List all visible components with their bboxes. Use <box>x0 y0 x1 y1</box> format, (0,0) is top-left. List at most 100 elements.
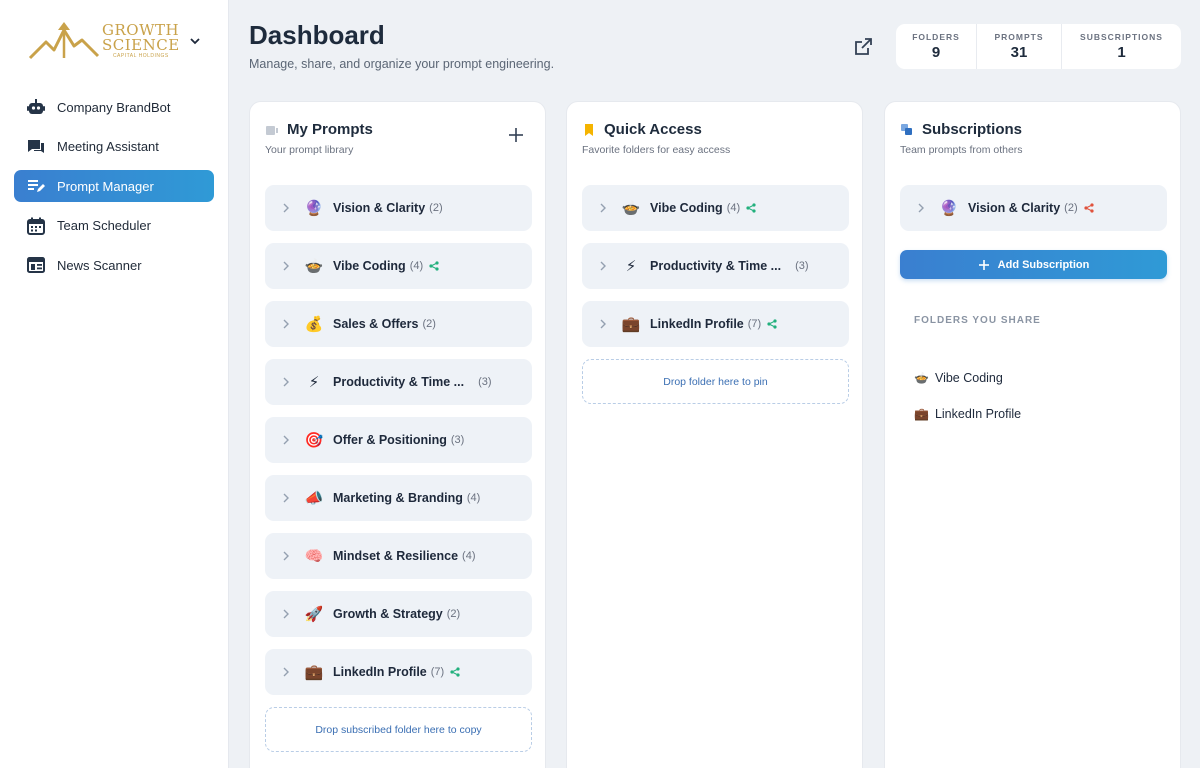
subscriptions-panel: Subscriptions Team prompts from others 🔮… <box>884 101 1181 768</box>
newspaper-icon <box>26 255 46 275</box>
stat-value: 9 <box>931 44 941 61</box>
folder-count: (3) <box>478 376 492 388</box>
add-subscription-button[interactable]: Add Subscription <box>900 250 1167 279</box>
calendar-icon <box>26 216 46 236</box>
drop-zone[interactable]: Drop subscribed folder here to copy <box>265 707 532 752</box>
sidebar-nav: Company BrandBot Meeting Assistant Promp… <box>14 91 214 289</box>
folder-item[interactable]: 💰 Sales & Offers (2) <box>265 301 532 347</box>
sidebar-item-meeting-assistant[interactable]: Meeting Assistant <box>14 131 214 163</box>
sidebar-item-news-scanner[interactable]: News Scanner <box>14 249 214 281</box>
copy-stack-icon <box>900 123 914 137</box>
brand-line3: CAPITAL HOLDINGS <box>112 53 169 59</box>
folder-emoji-icon: 💰 <box>304 316 324 333</box>
folder-name: Productivity & Time ... <box>333 375 465 389</box>
folder-name: Vision & Clarity <box>968 201 1061 215</box>
drop-zone[interactable]: Drop folder here to pin <box>582 359 849 404</box>
folder-name: Offer & Positioning <box>333 433 447 447</box>
folder-count: (7) <box>430 666 445 678</box>
chevron-right-icon[interactable] <box>282 377 290 387</box>
folder-library-icon <box>265 123 279 137</box>
sidebar-item-label: Company BrandBot <box>57 99 171 115</box>
folder-emoji-icon: 🍲 <box>914 371 929 385</box>
chevron-right-icon[interactable] <box>599 203 607 213</box>
folder-emoji-icon: 💼 <box>914 407 929 421</box>
chevron-right-icon[interactable] <box>282 609 290 619</box>
share-icon <box>767 319 777 329</box>
edit-list-icon <box>26 176 46 196</box>
sidebar-item-company-brandbot[interactable]: Company BrandBot <box>14 91 214 123</box>
page-subtitle: Manage, share, and organize your prompt … <box>249 57 555 71</box>
folder-item[interactable]: 🧠 Mindset & Resilience (4) <box>265 533 532 579</box>
folder-item[interactable]: 🔮 Vision & Clarity (2) <box>265 185 532 231</box>
mountain-logo-icon <box>28 22 100 60</box>
sidebar-item-team-scheduler[interactable]: Team Scheduler <box>14 210 214 242</box>
robot-icon <box>26 97 46 117</box>
chevron-right-icon[interactable] <box>282 667 290 677</box>
folder-list: 🍲 Vibe Coding (4) ⚡ Productivity & Time ... (… <box>582 185 849 404</box>
folder-item[interactable]: 💼 LinkedIn Profile (7) <box>265 649 532 695</box>
my-prompts-panel: My Prompts Your prompt library 🔮 Vision &… <box>249 101 546 768</box>
add-folder-icon[interactable] <box>507 126 525 144</box>
shared-folder-item[interactable]: 💼 LinkedIn Profile <box>914 396 1021 432</box>
stat-value: 1 <box>1117 44 1126 61</box>
share-icon <box>1084 203 1094 213</box>
chevron-right-icon[interactable] <box>282 319 290 329</box>
folder-count: (4) <box>726 202 741 214</box>
sidebar-item-label: Prompt Manager <box>57 178 154 194</box>
folder-item[interactable]: 🍲 Vibe Coding (4) <box>582 185 849 231</box>
folder-count: (4) <box>462 550 476 562</box>
chevron-right-icon[interactable] <box>282 203 290 213</box>
folder-emoji-icon: ⚡ <box>625 258 637 275</box>
folder-item[interactable]: 🔮 Vision & Clarity (2) <box>900 185 1167 231</box>
chevron-right-icon[interactable] <box>282 435 290 445</box>
stats-bar: FOLDERS 9 PROMPTS 31 SUBSCRIPTIONS 1 <box>896 24 1181 69</box>
folder-name: Productivity & Time ... <box>650 259 782 273</box>
folder-emoji-icon: 🎯 <box>304 432 324 449</box>
folder-list: 🔮 Vision & Clarity (2) 🍲 Vibe Coding (4) 💰 Sale… <box>265 185 532 752</box>
folder-name: Marketing & Branding <box>333 491 463 505</box>
folder-list: 🔮 Vision & Clarity (2) <box>900 185 1167 243</box>
chevron-right-icon[interactable] <box>282 551 290 561</box>
folder-item[interactable]: ⚡ Productivity & Time ... (3) <box>582 243 849 289</box>
folder-count: (2) <box>429 202 443 214</box>
chevron-right-icon[interactable] <box>599 261 607 271</box>
stat-subscriptions: SUBSCRIPTIONS 1 <box>1062 24 1181 69</box>
folder-item[interactable]: 🚀 Growth & Strategy (2) <box>265 591 532 637</box>
folder-item[interactable]: 📣 Marketing & Branding (4) <box>265 475 532 521</box>
panel-title-text: Subscriptions <box>922 121 1023 138</box>
share-icon <box>746 203 756 213</box>
panel-title: Quick Access <box>582 121 702 138</box>
chevron-right-icon[interactable] <box>917 203 925 213</box>
brand-logo[interactable]: GROWTH SCIENCE CAPITAL HOLDINGS <box>28 18 213 64</box>
brand-name: GROWTH SCIENCE CAPITAL HOLDINGS <box>102 23 180 59</box>
folder-name: LinkedIn Profile <box>333 665 427 679</box>
panel-title-text: Quick Access <box>604 121 702 138</box>
folder-name: Vibe Coding <box>333 259 406 273</box>
folder-emoji-icon: 💼 <box>304 664 324 681</box>
chevron-down-icon[interactable] <box>189 35 201 47</box>
folder-emoji-icon: 🚀 <box>304 606 324 623</box>
folder-count: (2) <box>422 318 436 330</box>
sidebar-item-prompt-manager[interactable]: Prompt Manager <box>14 170 214 203</box>
folder-item[interactable]: ⚡ Productivity & Time ... (3) <box>265 359 532 405</box>
shared-folder-name: Vibe Coding <box>934 371 1003 385</box>
folder-item[interactable]: 🎯 Offer & Positioning (3) <box>265 417 532 463</box>
shared-folder-item[interactable]: 🍲 Vibe Coding <box>914 360 1021 396</box>
folder-name: LinkedIn Profile <box>650 317 744 331</box>
external-link-icon[interactable] <box>852 36 874 58</box>
chevron-right-icon[interactable] <box>282 493 290 503</box>
chevron-right-icon[interactable] <box>599 319 607 329</box>
panel-title: My Prompts <box>265 121 373 138</box>
folder-item[interactable]: 🍲 Vibe Coding (4) <box>265 243 532 289</box>
add-subscription-label: Add Subscription <box>997 258 1090 271</box>
chat-icon <box>26 137 46 157</box>
folder-item[interactable]: 💼 LinkedIn Profile (7) <box>582 301 849 347</box>
sidebar-item-label: Meeting Assistant <box>57 139 159 155</box>
chevron-right-icon[interactable] <box>282 261 290 271</box>
page-title: Dashboard <box>249 20 385 50</box>
stat-label: SUBSCRIPTIONS <box>1080 32 1163 42</box>
stat-folders: FOLDERS 9 <box>896 24 977 69</box>
folders-you-share-heading: FOLDERS YOU SHARE <box>914 315 1041 326</box>
shared-folder-list: 🍲 Vibe Coding 💼 LinkedIn Profile <box>914 360 1021 432</box>
share-icon <box>450 667 460 677</box>
